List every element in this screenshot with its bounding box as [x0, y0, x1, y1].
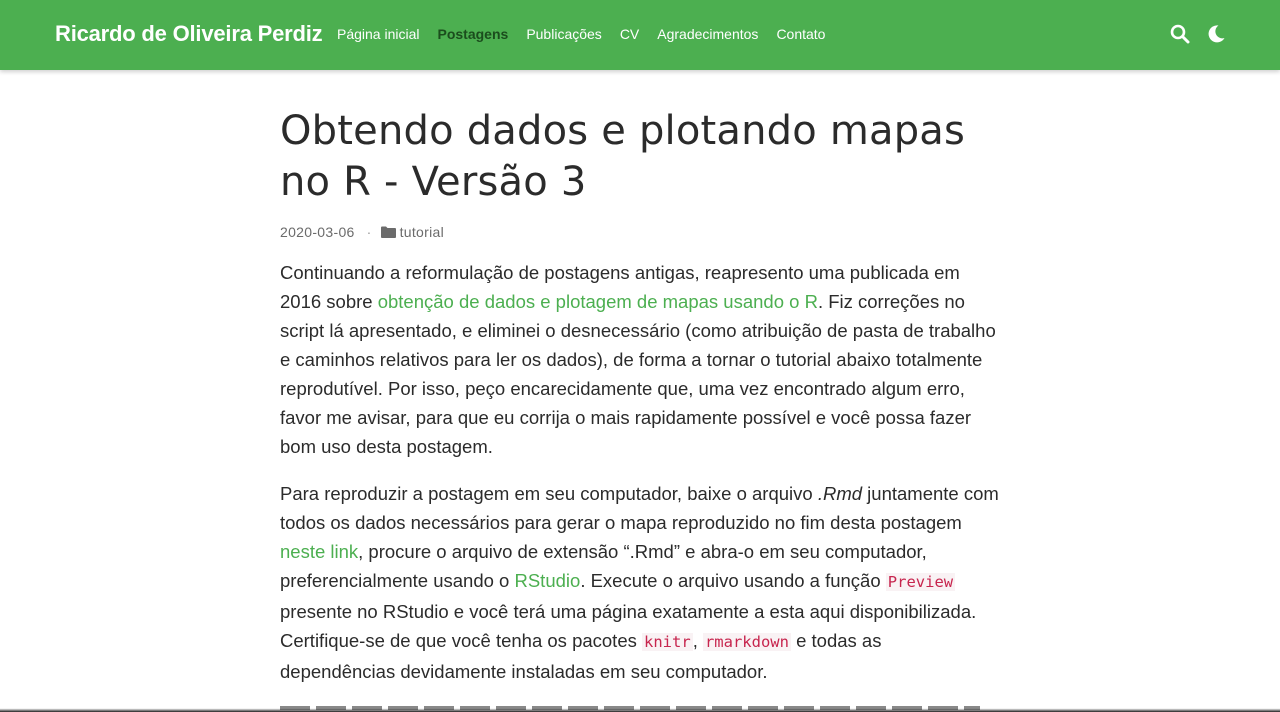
window-bottom-edge [0, 706, 1280, 712]
rmd-extension: .Rmd [817, 483, 863, 504]
meta-separator: · [366, 224, 372, 240]
code-preview: Preview [885, 573, 956, 591]
site-brand[interactable]: Ricardo de Oliveira Perdiz [55, 21, 323, 47]
post-title: Obtendo dados e plotando mapas no R - Ve… [280, 108, 966, 205]
search-icon[interactable] [1170, 24, 1190, 44]
post-meta: 2020-03-06 · tutorial [280, 224, 1000, 240]
top-navbar: Ricardo de Oliveira Perdiz Página inicia… [0, 0, 1280, 70]
moon-icon[interactable] [1206, 24, 1226, 44]
nav-link-publicacoes[interactable]: Publicações [526, 26, 602, 42]
code-rmarkdown: rmarkdown [702, 633, 791, 651]
text: . Fiz correções no script lá apresentado… [280, 291, 996, 457]
nav-link-agradecimentos[interactable]: Agradecimentos [657, 26, 758, 42]
link-rstudio[interactable]: RStudio [514, 570, 580, 591]
text: . Execute o arquivo usando a função [580, 570, 886, 591]
link-neste-link[interactable]: neste link [280, 541, 358, 562]
text: Para reproduzir a postagem em seu comput… [280, 483, 818, 504]
post-article: Obtendo dados e plotando mapas no R - Ve… [280, 106, 1000, 686]
paragraph-reproduce: Para reproduzir a postagem em seu comput… [280, 479, 1000, 686]
code-knitr: knitr [642, 633, 693, 651]
post-date: 2020-03-06 [280, 224, 355, 240]
nav-link-postagens[interactable]: Postagens [438, 26, 509, 42]
nav-link-contato[interactable]: Contato [776, 26, 825, 42]
nav-links: Página inicial Postagens Publicações CV … [337, 26, 843, 42]
paragraph-intro: Continuando a reformulação de postagens … [280, 258, 1000, 461]
post-category-link[interactable]: tutorial [400, 224, 444, 240]
text: , [692, 630, 703, 651]
link-obtencao-dados[interactable]: obtenção de dados e plotagem de mapas us… [378, 291, 818, 312]
nav-link-cv[interactable]: CV [620, 26, 639, 42]
nav-link-pagina-inicial[interactable]: Página inicial [337, 26, 420, 42]
folder-icon [380, 226, 396, 238]
